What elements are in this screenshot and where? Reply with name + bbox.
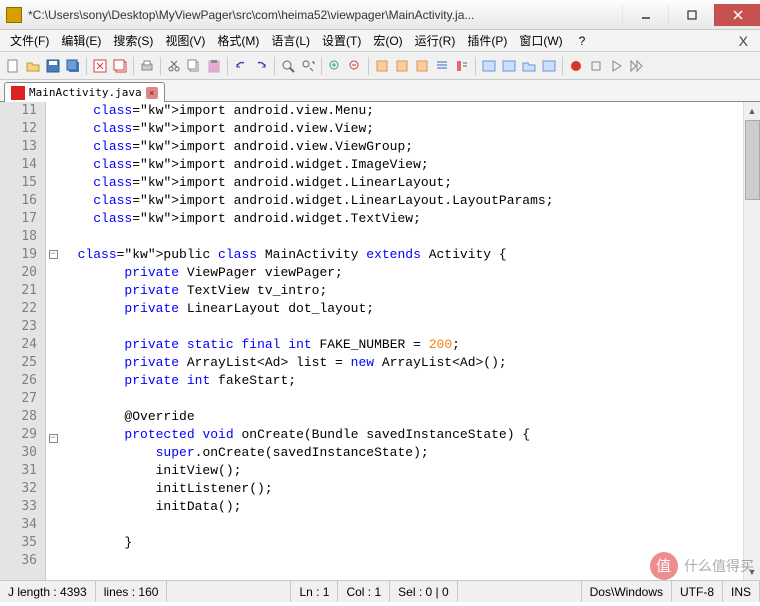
menu-search[interactable]: 搜索(S) (107, 30, 159, 51)
show-all-icon[interactable] (413, 57, 431, 75)
func-list-icon[interactable] (480, 57, 498, 75)
toolbar-sep (475, 57, 476, 75)
scroll-thumb[interactable] (745, 120, 760, 200)
toolbar (0, 52, 760, 80)
record-icon[interactable] (567, 57, 585, 75)
zoom-out-icon[interactable] (346, 57, 364, 75)
indent-icon[interactable] (433, 57, 451, 75)
doc-map-icon[interactable] (500, 57, 518, 75)
menu-lang[interactable]: 语言(L) (265, 30, 316, 51)
status-ln: Ln : 1 (291, 581, 338, 602)
scroll-up-icon[interactable]: ▲ (744, 102, 760, 119)
close-all-icon[interactable] (111, 57, 129, 75)
menu-file[interactable]: 文件(F) (4, 30, 55, 51)
status-length: J length : 4393 (0, 581, 96, 602)
zoom-in-icon[interactable] (326, 57, 344, 75)
tab-bar: MainActivity.java × (0, 80, 760, 102)
toolbar-sep (368, 57, 369, 75)
close-file-icon[interactable] (91, 57, 109, 75)
menu-close-x[interactable]: X (731, 33, 756, 49)
copy-icon[interactable] (185, 57, 203, 75)
close-button[interactable] (714, 4, 760, 26)
save-all-icon[interactable] (64, 57, 82, 75)
status-enc: UTF-8 (672, 581, 723, 602)
menu-plugin[interactable]: 插件(P) (461, 30, 513, 51)
status-ins: INS (723, 581, 760, 602)
menu-view[interactable]: 视图(V) (159, 30, 211, 51)
paste-icon[interactable] (205, 57, 223, 75)
vertical-scrollbar[interactable]: ▲ ▼ (743, 102, 760, 580)
minimize-button[interactable] (622, 4, 668, 26)
wrap-icon[interactable] (393, 57, 411, 75)
folder-icon[interactable] (520, 57, 538, 75)
cut-icon[interactable] (165, 57, 183, 75)
menu-settings[interactable]: 设置(T) (316, 30, 367, 51)
new-file-icon[interactable] (4, 57, 22, 75)
play-multi-icon[interactable] (627, 57, 645, 75)
line-number-gutter: 1112131415161718192021222324252627282930… (0, 102, 46, 580)
app-icon (6, 7, 22, 23)
menu-bar: 文件(F) 编辑(E) 搜索(S) 视图(V) 格式(M) 语言(L) 设置(T… (0, 30, 760, 52)
open-file-icon[interactable] (24, 57, 42, 75)
toolbar-sep (133, 57, 134, 75)
undo-icon[interactable] (232, 57, 250, 75)
menu-macro[interactable]: 宏(O) (367, 30, 408, 51)
editor: 1112131415161718192021222324252627282930… (0, 102, 760, 580)
menu-run[interactable]: 运行(R) (409, 30, 462, 51)
fold-column[interactable]: −− (46, 102, 60, 580)
menu-edit[interactable]: 编辑(E) (55, 30, 107, 51)
replace-icon[interactable] (299, 57, 317, 75)
tab-label: MainActivity.java (29, 86, 142, 99)
menu-format[interactable]: 格式(M) (211, 30, 265, 51)
status-eol: Dos\Windows (582, 581, 672, 602)
outdent-icon[interactable] (453, 57, 471, 75)
monitor-icon[interactable] (540, 57, 558, 75)
find-icon[interactable] (279, 57, 297, 75)
title-bar: *C:\Users\sony\Desktop\MyViewPager\src\c… (0, 0, 760, 30)
play-icon[interactable] (607, 57, 625, 75)
tab-close-icon[interactable]: × (146, 87, 158, 99)
sync-icon[interactable] (373, 57, 391, 75)
toolbar-sep (321, 57, 322, 75)
status-sel: Sel : 0 | 0 (390, 581, 457, 602)
window-title: *C:\Users\sony\Desktop\MyViewPager\src\c… (28, 8, 622, 22)
menu-help[interactable]: ? (573, 32, 592, 50)
tab-mainactivity[interactable]: MainActivity.java × (4, 82, 165, 102)
save-icon[interactable] (44, 57, 62, 75)
toolbar-sep (160, 57, 161, 75)
toolbar-sep (562, 57, 563, 75)
status-bar: J length : 4393 lines : 160 Ln : 1 Col :… (0, 580, 760, 602)
status-lines: lines : 160 (96, 581, 168, 602)
code-area[interactable]: class="kw">import android.view.Menu; cla… (60, 102, 743, 580)
redo-icon[interactable] (252, 57, 270, 75)
file-icon (11, 86, 25, 100)
toolbar-sep (227, 57, 228, 75)
toolbar-sep (86, 57, 87, 75)
stop-icon[interactable] (587, 57, 605, 75)
maximize-button[interactable] (668, 4, 714, 26)
scroll-down-icon[interactable]: ▼ (744, 563, 760, 580)
print-icon[interactable] (138, 57, 156, 75)
status-col: Col : 1 (338, 581, 390, 602)
toolbar-sep (274, 57, 275, 75)
menu-window[interactable]: 窗口(W) (513, 30, 568, 51)
